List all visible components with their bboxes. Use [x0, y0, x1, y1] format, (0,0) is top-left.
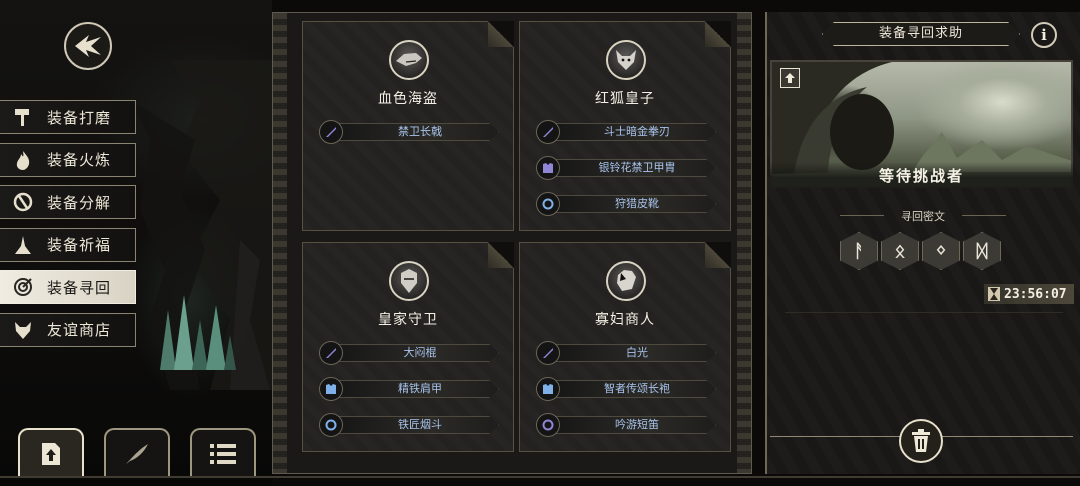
- back-arrow-icon: [75, 35, 101, 57]
- sword-icon: [319, 120, 343, 144]
- tab-upload[interactable]: [18, 428, 84, 478]
- trash-icon: [912, 429, 930, 452]
- info-button[interactable]: i: [1031, 22, 1057, 48]
- pray-icon: [8, 230, 38, 260]
- owner-card[interactable]: 血色海盗 禁卫长戟: [302, 21, 514, 231]
- lost-item-row[interactable]: 银铃花禁卫甲胄: [536, 156, 716, 180]
- cipher-label: 寻回密文: [840, 208, 1006, 224]
- rune-slot[interactable]: ᛜ: [922, 232, 960, 270]
- left-menu: 装备打磨 装备火炼 装备分解 装备祈福 装备寻回 友谊商店: [0, 100, 140, 355]
- divider: [785, 312, 1063, 313]
- lost-item-row[interactable]: 狩猎皮靴: [536, 192, 716, 216]
- scene-expand-button[interactable]: [780, 68, 800, 88]
- upload-icon: [42, 443, 60, 465]
- menu-label: 装备寻回: [47, 278, 112, 297]
- item-name: 斗士暗金拳刃: [604, 125, 670, 138]
- menu-label: 友谊商店: [47, 321, 112, 339]
- hourglass-icon: [988, 287, 1000, 301]
- back-button[interactable]: [64, 22, 112, 70]
- item-name: 禁卫长戟: [398, 125, 442, 138]
- item-name: 狩猎皮靴: [615, 197, 659, 210]
- sword-icon: [536, 120, 560, 144]
- menu-item-bless[interactable]: 装备祈福: [0, 227, 136, 262]
- tab-list[interactable]: [190, 428, 256, 478]
- item-name: 铁匠烟斗: [398, 418, 442, 431]
- item-name: 白光: [626, 346, 648, 359]
- menu-item-friend-shop[interactable]: 友谊商店: [0, 312, 136, 347]
- feather-icon: [126, 444, 148, 464]
- fox-icon: [8, 315, 38, 345]
- item-name: 吟游短笛: [615, 418, 659, 431]
- menu-label: 装备火炼: [47, 151, 112, 169]
- rune-slot[interactable]: ᛞ: [963, 232, 1001, 270]
- shark-pirate-portrait: [389, 40, 429, 80]
- item-name: 智者传颂长袍: [604, 382, 670, 395]
- ring-icon: [536, 192, 560, 216]
- fox-prince-portrait: [606, 40, 646, 80]
- menu-item-dismantle[interactable]: 装备分解: [0, 185, 136, 219]
- item-name: 银铃花禁卫甲胄: [598, 161, 676, 174]
- owner-card[interactable]: 红狐皇子 斗士暗金拳刃 银铃花禁卫甲胄 狩猎皮靴: [519, 21, 731, 231]
- item-name: 精铁肩甲: [398, 382, 442, 395]
- owner-card[interactable]: 皇家守卫 大闷棍 精铁肩甲 铁匠烟斗: [302, 242, 514, 452]
- lost-item-row[interactable]: 智者传颂长袍: [536, 377, 716, 401]
- sword-icon: [319, 341, 343, 365]
- challenge-status: 等待挑战者: [770, 162, 1073, 188]
- lost-item-row[interactable]: 禁卫长戟: [319, 120, 499, 144]
- lost-item-row[interactable]: 大闷棍: [319, 341, 499, 365]
- armor-icon: [319, 377, 343, 401]
- target-icon: [8, 272, 38, 302]
- timer-value: 23:56:07: [1004, 286, 1067, 302]
- countdown-timer: 23:56:07: [984, 284, 1074, 304]
- menu-item-retrieve[interactable]: 装备寻回: [0, 270, 136, 304]
- menu-label: 装备打磨: [47, 108, 112, 127]
- sword-icon: [536, 341, 560, 365]
- cipher-runes: ᚨ ᛟ ᛜ ᛞ: [840, 232, 1001, 270]
- trash-button[interactable]: [899, 419, 943, 463]
- widow-merchant-portrait: [606, 261, 646, 301]
- panel-title: 装备寻回求助: [822, 22, 1020, 46]
- ring-icon: [536, 413, 560, 437]
- tab-feather[interactable]: [104, 428, 170, 478]
- crystals-decoration: [160, 295, 236, 370]
- bottom-tabs: [18, 428, 256, 478]
- ring-icon: [319, 413, 343, 437]
- lost-item-row[interactable]: 白光: [536, 341, 716, 365]
- menu-label: 装备祈福: [47, 236, 112, 254]
- flame-icon: [8, 145, 38, 175]
- royal-guard-portrait: [389, 261, 429, 301]
- menu-label: 装备分解: [47, 193, 112, 212]
- hammer-icon: [8, 102, 38, 132]
- arrow-up-icon: [785, 73, 795, 83]
- frame-rail-right: [737, 13, 751, 473]
- owner-card[interactable]: 寡妇商人 白光 智者传颂长袍 吟游短笛: [519, 242, 731, 452]
- rune-slot[interactable]: ᛟ: [881, 232, 919, 270]
- owner-name: 血色海盗: [378, 91, 438, 107]
- bottom-border: [0, 476, 1080, 478]
- armor-icon: [536, 156, 560, 180]
- lost-item-row[interactable]: 斗士暗金拳刃: [536, 120, 716, 144]
- frame-rail-left: [273, 13, 287, 473]
- lost-item-row[interactable]: 铁匠烟斗: [319, 413, 499, 437]
- owner-name: 皇家守卫: [378, 312, 438, 328]
- item-name: 大闷棍: [403, 346, 437, 359]
- owner-name: 寡妇商人: [595, 312, 655, 328]
- menu-item-polish[interactable]: 装备打磨: [0, 100, 136, 134]
- rune-slot[interactable]: ᚨ: [840, 232, 878, 270]
- list-icon: [210, 444, 236, 464]
- lost-item-row[interactable]: 精铁肩甲: [319, 377, 499, 401]
- owner-name: 红狐皇子: [595, 91, 655, 107]
- menu-item-forge[interactable]: 装备火炼: [0, 142, 136, 177]
- lost-item-row[interactable]: 吟游短笛: [536, 413, 716, 437]
- break-icon: [8, 187, 38, 217]
- armor-icon: [536, 377, 560, 401]
